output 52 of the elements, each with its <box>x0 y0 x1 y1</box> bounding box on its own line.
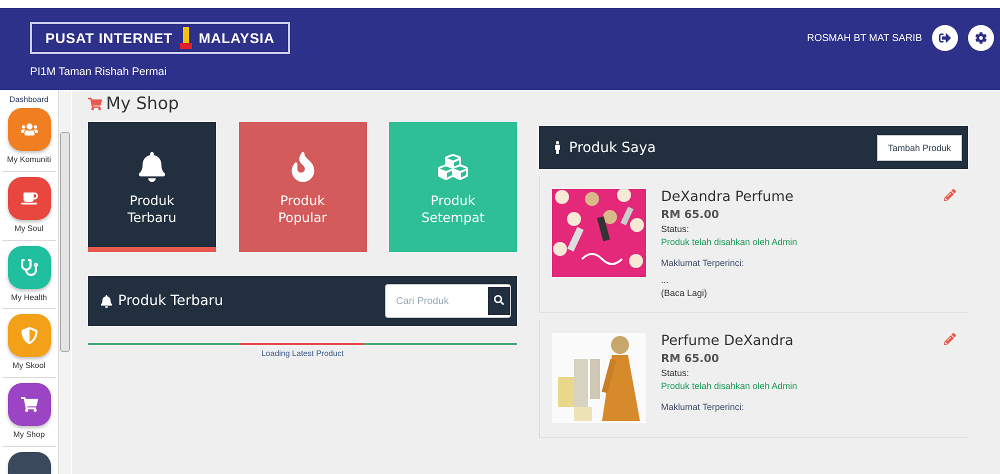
bell-icon <box>100 294 113 308</box>
loading-text: Loading Latest Product <box>260 349 345 358</box>
app-label: My Komuniti <box>6 154 51 166</box>
product-name: DeXandra Perfume <box>661 189 794 205</box>
sidebar-title: Dashboard <box>9 95 49 104</box>
gear-icon <box>975 32 987 44</box>
people-icon <box>20 121 38 138</box>
search-icon <box>494 294 504 304</box>
detail-text: ... <box>661 275 670 285</box>
app-label: My Skool <box>12 360 46 372</box>
bell-icon <box>137 152 167 182</box>
scrollbar[interactable] <box>58 90 71 474</box>
category-tile[interactable]: Produk Popular <box>238 122 366 252</box>
user-name: ROSMAH BT MAT SARIB <box>806 32 922 44</box>
status-label: Status: <box>661 368 690 378</box>
section-title: Produk Saya <box>569 140 656 156</box>
stethoscope-icon <box>20 258 38 276</box>
status-text: Produk telah disahkan oleh Admin <box>661 237 798 247</box>
status-text: Produk telah disahkan oleh Admin <box>661 381 798 391</box>
shield-icon <box>20 327 38 344</box>
edit-icon[interactable] <box>944 333 956 345</box>
app-label: My Shop <box>13 429 45 442</box>
category-tile[interactable]: Produk Terbaru <box>88 122 216 252</box>
cubes-icon <box>438 152 468 182</box>
app-tile[interactable] <box>8 108 50 151</box>
product-price: RM 65.00 <box>661 208 720 221</box>
cart-icon <box>20 396 38 414</box>
add-product-button[interactable]: Tambah Produk <box>876 134 962 160</box>
app-label: My Health <box>10 292 47 304</box>
search-field[interactable]: Cari Produk <box>385 284 511 318</box>
edit-icon[interactable] <box>944 189 956 201</box>
cup-icon <box>20 190 38 207</box>
read-more-link[interactable]: (Baca Lagi) <box>661 288 917 298</box>
settings-button[interactable] <box>968 25 994 51</box>
detail-label: Maklumat Terperinci: <box>661 258 745 268</box>
section-title: Produk Terbaru <box>118 293 224 309</box>
logo: PUSAT INTERNET MALAYSIA <box>30 22 290 54</box>
logout-icon <box>939 32 951 44</box>
app-tile[interactable] <box>8 383 50 426</box>
app-tile[interactable] <box>8 176 50 220</box>
product-price: RM 65.00 <box>661 352 720 365</box>
page-title: My Shop <box>88 94 517 114</box>
app-label: My Soul <box>14 222 44 235</box>
logout-button[interactable] <box>932 25 958 51</box>
status-label: Status: <box>661 224 690 234</box>
search-button[interactable] <box>488 287 510 315</box>
cart-icon <box>88 97 102 111</box>
app-tile[interactable] <box>8 314 50 358</box>
product-name: Perfume DeXandra <box>661 333 794 349</box>
center-name: PI1M Taman Rishah Permai <box>30 66 168 78</box>
app-tile[interactable] <box>8 246 50 289</box>
detail-label: Maklumat Terperinci: <box>661 402 745 412</box>
